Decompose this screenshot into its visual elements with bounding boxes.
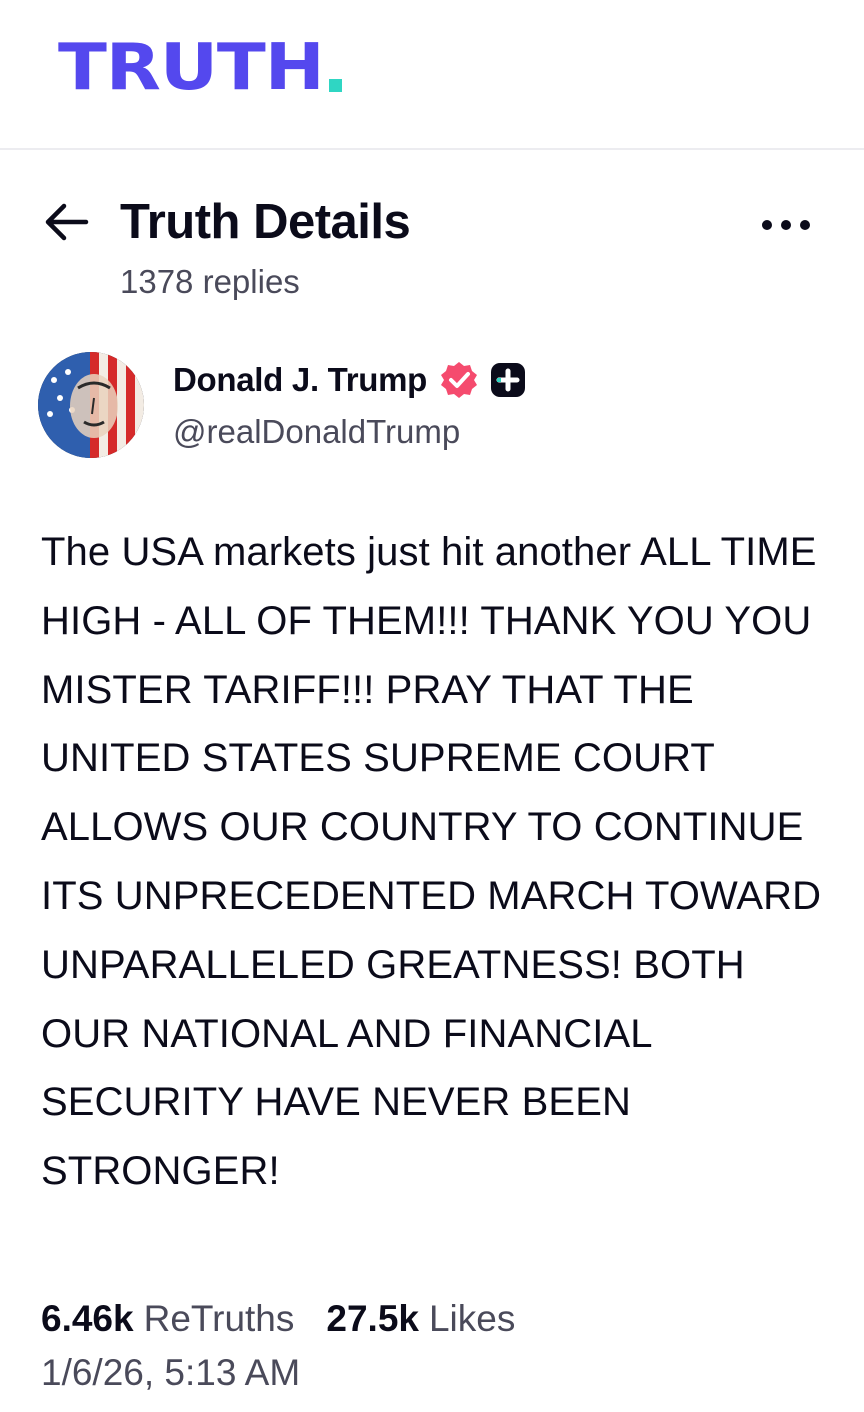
retruths-stat[interactable]: 6.46k ReTruths [41, 1296, 294, 1342]
arrow-left-icon[interactable] [42, 200, 92, 244]
post-timestamp: 1/6/26, 5:13 AM [41, 1352, 301, 1393]
likes-stat[interactable]: 27.5k Likes [326, 1296, 515, 1342]
post-stats: 6.46k ReTruths 27.5k Likes [41, 1296, 515, 1342]
author-name-row: Donald J. Trump [173, 358, 527, 402]
likes-count: 27.5k [326, 1298, 419, 1339]
author-handle[interactable]: @realDonaldTrump [173, 412, 460, 452]
plus-badge-icon [491, 363, 526, 397]
avatar-image [38, 352, 144, 458]
retruths-label: ReTruths [143, 1298, 295, 1339]
verified-badge-icon [441, 362, 478, 398]
author-row: Donald J. Trump @realDonaldTrump [0, 350, 864, 460]
likes-label: Likes [428, 1298, 516, 1339]
page-header: Truth Details 1378 replies [0, 190, 864, 310]
truth-logo[interactable]: TRUTH [58, 31, 343, 105]
logo-dot [329, 79, 343, 92]
top-bar: TRUTH [0, 0, 864, 150]
post-text: The USA markets just hit another ALL TIM… [41, 530, 822, 1194]
ellipsis-icon[interactable] [758, 210, 814, 240]
reply-count: 1378 replies [120, 263, 300, 300]
author-name[interactable]: Donald J. Trump [173, 360, 427, 400]
avatar[interactable] [38, 352, 144, 458]
retruths-count: 6.46k [41, 1298, 134, 1339]
logo-text: TRUTH [58, 31, 325, 105]
page-title: Truth Details [120, 195, 411, 249]
